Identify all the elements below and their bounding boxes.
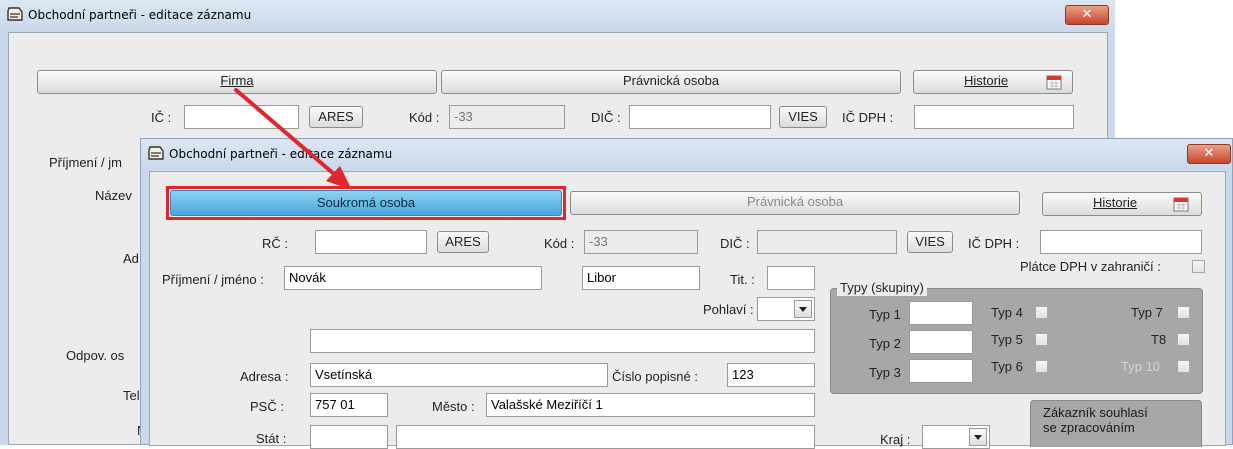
annotation-arrow — [234, 88, 352, 190]
